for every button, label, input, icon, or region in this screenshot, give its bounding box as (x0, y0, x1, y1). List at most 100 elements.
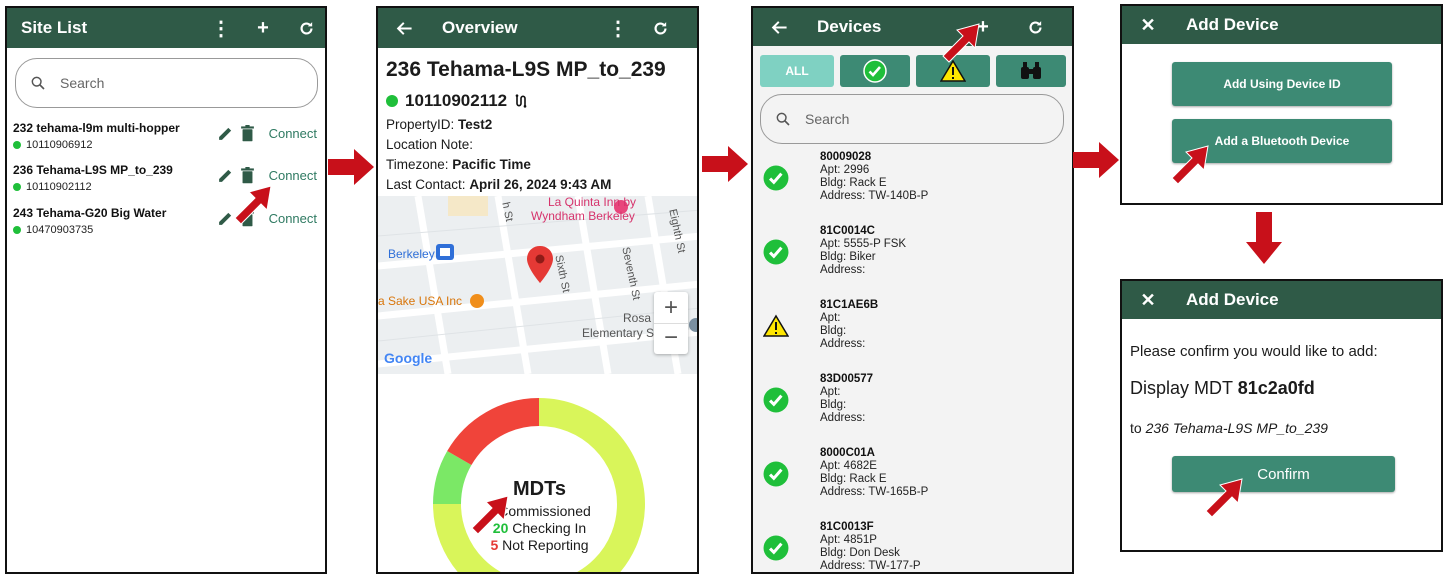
search-icon (31, 76, 45, 90)
more-vert-icon[interactable]: ⋮ (604, 8, 632, 48)
device-list-item[interactable]: 81C0014C Apt: 5555-P FSK Bldg: Biker Addres… (753, 225, 1072, 297)
device-list-item[interactable]: 83D00577 Apt: Bldg: Address: (753, 373, 1072, 445)
route-icon[interactable] (513, 93, 529, 109)
device-address: Address: TW-140B-P (820, 190, 929, 202)
device-list-item[interactable]: 81C0013F Apt: 4851P Bldg: Don Desk Address:… (753, 521, 1072, 572)
edit-pencil-icon[interactable] (217, 210, 234, 227)
google-logo: Google (384, 350, 433, 366)
edit-pencil-icon[interactable] (217, 125, 234, 142)
flow-arrow-icon (328, 149, 374, 185)
devices-screen: Devices + ALL 80009028Apt: 2996Bldg: Rac… (751, 6, 1074, 574)
connect-button[interactable]: Connect (269, 211, 317, 226)
property-id-line: PropertyID: Test2 (386, 117, 493, 132)
page-title: Devices (817, 17, 882, 36)
device-apt: Apt: 2996 (820, 164, 870, 176)
zoom-in-button[interactable]: + (654, 292, 688, 323)
site-name: 232 tehama-l9m multi-hopper (13, 121, 180, 135)
device-id: 80009028 (820, 151, 872, 163)
connect-button[interactable]: Connect (269, 126, 317, 141)
check-circle-icon (763, 535, 789, 561)
device-bldg: Bldg: (820, 325, 847, 337)
donut-commissioned: Commissioned (498, 503, 591, 519)
flow-arrow-down-icon (1246, 212, 1282, 264)
search-input[interactable] (60, 75, 271, 91)
filter-all-button[interactable]: ALL (760, 55, 834, 87)
device-address: Address: TW-177-P (820, 560, 921, 572)
device-address: Address: TW-165B-P (820, 486, 929, 498)
online-status-dot (13, 226, 21, 234)
binoculars-icon (1021, 62, 1041, 79)
online-status-dot (13, 183, 21, 191)
device-apt: Apt: (820, 312, 841, 324)
flow-arrow-icon (1073, 142, 1119, 178)
site-list-item[interactable]: 236 Tehama-L9S MP_to_239 10110902112 Con… (13, 163, 319, 203)
add-icon[interactable]: + (249, 8, 277, 48)
device-address: Address: (820, 412, 866, 424)
device-apt: Apt: 4682E (820, 460, 877, 472)
confirm-add-device-screen: ✕ Add Device Please confirm you would li… (1120, 279, 1443, 552)
device-list-item[interactable]: 81C1AE6B Apt: Bldg: Address: (753, 299, 1072, 371)
confirm-target-site-line: to 236 Tehama-L9S MP_to_239 (1130, 420, 1328, 436)
refresh-icon[interactable] (292, 8, 320, 48)
check-circle-icon (763, 239, 789, 265)
site-search-field[interactable] (15, 58, 318, 108)
device-bldg: Bldg: Biker (820, 251, 876, 263)
add-device-screen: ✕ Add Device Add Using Device ID Add a B… (1120, 4, 1443, 205)
device-list: 80009028 Apt: 2996 Bldg: Rack E Address: TW… (753, 151, 1072, 572)
delete-trash-icon[interactable] (240, 125, 255, 142)
site-list-item[interactable]: 232 tehama-l9m multi-hopper 10110906912 … (13, 121, 319, 161)
check-circle-icon (763, 387, 789, 413)
site-list-item[interactable]: 243 Tehama-G20 Big Water 10470903735 Con… (13, 206, 319, 246)
online-status-dot (386, 95, 398, 107)
confirm-appbar: ✕ Add Device (1122, 281, 1441, 319)
close-icon[interactable]: ✕ (1134, 281, 1162, 319)
site-map[interactable]: La Quinta Inn by Wyndham Berkeley Berkel… (378, 196, 697, 374)
close-icon[interactable]: ✕ (1134, 6, 1162, 44)
site-name: 236 Tehama-L9S MP_to_239 (13, 163, 173, 177)
device-id: 81C0013F (820, 521, 874, 533)
back-arrow-icon[interactable] (390, 8, 418, 48)
pointer-arrow-icon (234, 185, 272, 225)
confirm-prompt: Please confirm you would like to add: (1130, 343, 1378, 360)
device-search-field[interactable] (760, 94, 1064, 144)
check-circle-icon (863, 59, 887, 83)
refresh-icon[interactable] (646, 8, 674, 48)
delete-trash-icon[interactable] (240, 167, 255, 184)
device-id: 81C1AE6B (820, 299, 879, 311)
zoom-out-button[interactable]: − (654, 323, 688, 354)
online-status-dot (13, 141, 21, 149)
confirm-device-line: Display MDT 81c2a0fd (1130, 378, 1315, 398)
device-bldg: Bldg: Don Desk (820, 547, 900, 559)
map-label: Berkeley (388, 247, 435, 261)
device-apt: Apt: 4851P (820, 534, 877, 546)
page-title: Add Device (1186, 290, 1279, 309)
more-vert-icon[interactable]: ⋮ (207, 8, 235, 48)
site-list-screen: Site List ⋮ + 232 tehama-l9m multi-hoppe… (5, 6, 327, 574)
filter-ok-button[interactable] (840, 55, 910, 87)
filter-search-binoculars-button[interactable] (996, 55, 1066, 87)
connect-button[interactable]: Connect (269, 168, 317, 183)
device-address: Address: (820, 338, 866, 350)
location-note-line: Location Note: (386, 137, 474, 152)
donut-segment-red (447, 398, 540, 466)
add-using-device-id-button[interactable]: Add Using Device ID (1172, 62, 1392, 106)
site-id: 10110906912 (26, 139, 93, 151)
site-id: 10470903735 (26, 224, 94, 236)
edit-pencil-icon[interactable] (217, 167, 234, 184)
device-list-item[interactable]: 80009028 Apt: 2996 Bldg: Rack E Address: TW… (753, 151, 1072, 223)
device-list-item[interactable]: 8000C01A Apt: 4682E Bldg: Rack E Address: T… (753, 447, 1072, 519)
pointer-arrow-icon (1171, 145, 1209, 185)
overview-appbar: Overview ⋮ (378, 8, 697, 48)
search-input[interactable] (805, 111, 1017, 127)
map-label: La Quinta Inn by (548, 196, 637, 209)
page-title: Site List (21, 18, 88, 37)
donut-not-reporting: 5 Not Reporting (490, 537, 589, 553)
page-title: Overview (442, 18, 518, 37)
back-arrow-icon[interactable] (765, 8, 793, 46)
refresh-icon[interactable] (1021, 8, 1049, 46)
device-apt: Apt: 5555-P FSK (820, 238, 907, 250)
device-bldg: Bldg: Rack E (820, 177, 887, 189)
devices-appbar: Devices + (753, 8, 1072, 46)
mdt-status-panel: MDTs Commissioned 20 Checking In 5 Not R… (378, 374, 697, 572)
device-address: Address: (820, 264, 866, 276)
